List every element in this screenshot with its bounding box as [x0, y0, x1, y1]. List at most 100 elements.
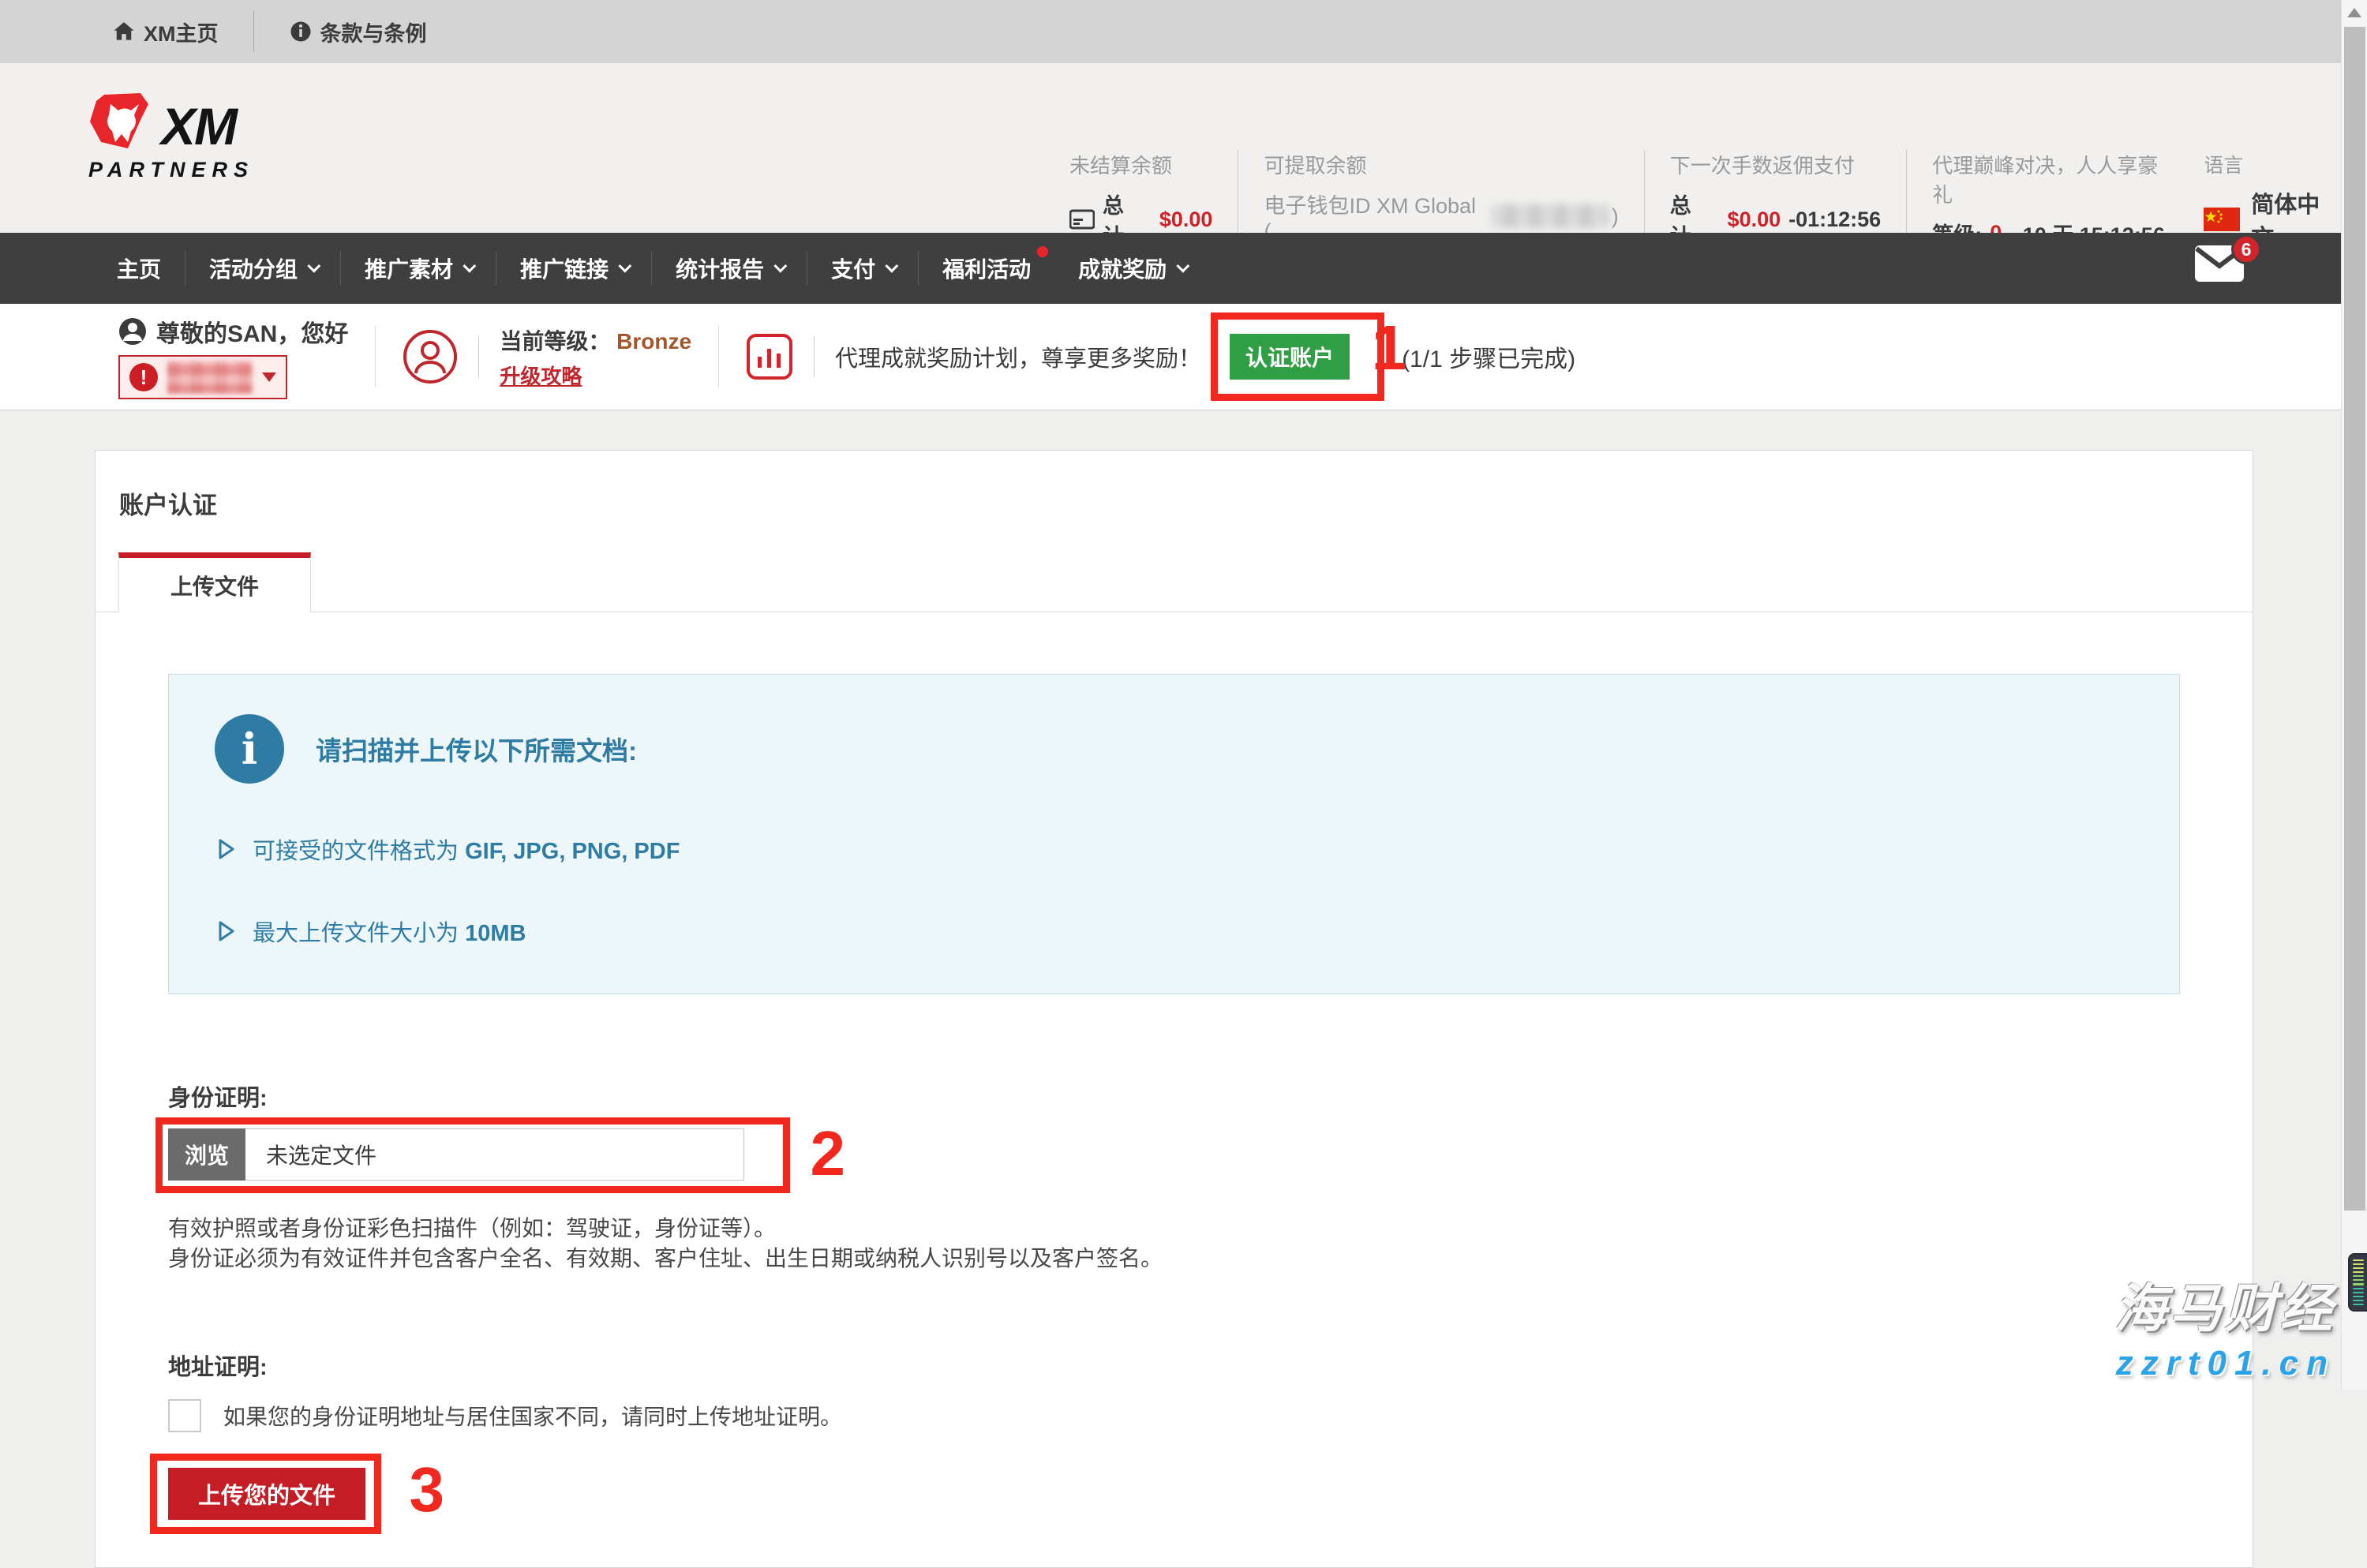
chevron-down-icon [618, 260, 631, 273]
nav-item-label: 成就奖励 [1078, 253, 1167, 284]
info-bullet-size: 最大上传文件大小为 10MB [218, 915, 2133, 948]
chevron-down-icon [885, 260, 898, 273]
nav-item-label: 推广链接 [520, 253, 609, 284]
header: XM PARTNERS 未结算余额 总计: $0.00 可提取余额 电子钱包ID… [0, 63, 2367, 233]
nav-item-label: 活动分组 [209, 253, 298, 284]
address-proof-text: 如果您的身份证明地址与居住国家不同，请同时上传地址证明。 [223, 1400, 842, 1431]
card-icon [1069, 209, 1095, 230]
bullet2-text: 最大上传文件大小为 [253, 921, 459, 946]
upgrade-guide-link[interactable]: 升级攻略 [500, 361, 691, 390]
tab-bar: 上传文件 [96, 552, 2253, 612]
file-input[interactable]: 未选定文件 [245, 1128, 744, 1181]
nav-item-label: 支付 [831, 253, 875, 284]
nav-item-benefits[interactable]: 福利活动 [919, 249, 1054, 287]
address-proof-row: 如果您的身份证明地址与居住国家不同，请同时上传地址证明。 [168, 1399, 2180, 1432]
nav-item-activity-groups[interactable]: 活动分组 [185, 249, 340, 287]
rebate-countdown: -01:12:56 [1788, 208, 1881, 232]
next-rebate-label: 下一次手数返佣支付 [1670, 150, 1882, 179]
userbar-divider [718, 326, 719, 387]
rebate-total-value: $0.00 [1728, 208, 1781, 232]
info-icon [289, 20, 313, 43]
browse-button[interactable]: 浏览 [168, 1128, 245, 1181]
bullet1-text: 可接受的文件格式为 [253, 839, 459, 864]
nav-item-statistics[interactable]: 统计报告 [652, 249, 807, 287]
identity-help-line1: 有效护照或者身份证彩色扫描件（例如：驾驶证，身份证等）。 [168, 1214, 2180, 1244]
xm-bull-icon [88, 93, 158, 150]
level-label: 当前等级： [500, 329, 610, 354]
nav-item-achievements[interactable]: 成就奖励 [1054, 249, 1209, 287]
userbar-divider [375, 326, 376, 387]
terms-link[interactable]: 条款与条例 [289, 17, 427, 47]
chevron-down-icon [262, 372, 276, 382]
identity-proof-label: 身份证明: [168, 1080, 2180, 1113]
annotation-number-1: 1 [1372, 316, 1407, 380]
welcome-text: 尊敬的SAN，您好 [156, 314, 348, 349]
annotation-number-3: 3 [410, 1458, 445, 1521]
upload-group: 上传您的文件 3 [168, 1468, 365, 1520]
nav-item-label: 主页 [117, 253, 161, 284]
address-proof-checkbox[interactable] [168, 1399, 201, 1432]
nav-item-promo-links[interactable]: 推广链接 [496, 249, 651, 287]
nav-item-label: 福利活动 [942, 253, 1031, 284]
level-value: Bronze [616, 329, 691, 354]
nav-item-payments[interactable]: 支付 [807, 249, 918, 287]
chevron-down-icon [307, 260, 320, 273]
home-icon [112, 20, 136, 43]
terms-link-label: 条款与条例 [320, 17, 427, 47]
logo-brand-text: XM [161, 103, 236, 150]
bar-chart-icon [746, 333, 793, 380]
identity-help-text: 有效护照或者身份证彩色扫描件（例如：驾驶证，身份证等）。 身份证必须为有效证件并… [168, 1214, 2180, 1274]
info-heading: 请扫描并上传以下所需文档: [316, 730, 637, 768]
bullet2-size: 10MB [465, 921, 526, 946]
page-content: 账户认证 上传文件 i 请扫描并上传以下所需文档: 可接受的文件格式为 GIF,… [0, 410, 2367, 1568]
identity-file-input-group: 浏览 未选定文件 2 [168, 1128, 744, 1181]
home-link[interactable]: XM主页 [112, 17, 219, 47]
chevron-down-icon [773, 260, 787, 273]
user-icon [118, 317, 147, 346]
achievement-promo-text: 代理成就奖励计划，尊享更多奖励！ [835, 340, 1201, 373]
verify-account-button[interactable]: 认证账户 [1230, 334, 1350, 380]
steps-completed-text: (1/1 步骤已完成) [1402, 339, 1575, 374]
chevron-down-icon [1176, 260, 1189, 273]
triangle-bullet-icon [218, 838, 235, 860]
mail-badge: 6 [2231, 234, 2261, 264]
notification-dot [1037, 246, 1048, 257]
xm-partners-logo: XM PARTNERS [88, 93, 254, 182]
info-box: i 请扫描并上传以下所需文档: 可接受的文件格式为 GIF, JPG, PNG,… [168, 674, 2180, 994]
logo-sub-text: PARTNERS [88, 158, 254, 182]
china-flag-icon [2204, 208, 2240, 231]
nav-item-promo-materials[interactable]: 推广素材 [341, 249, 496, 287]
scrollbar[interactable] [2341, 0, 2367, 1390]
account-id-redacted [167, 361, 253, 394]
stats-divider [1644, 150, 1645, 243]
info-circle-icon: i [215, 714, 284, 784]
verification-panel: 账户认证 上传文件 i 请扫描并上传以下所需文档: 可接受的文件格式为 GIF,… [95, 450, 2253, 1568]
nav-item-label: 推广素材 [365, 253, 453, 284]
wallet-id-suffix: ) [1612, 204, 1619, 229]
account-dropdown[interactable]: ! [118, 355, 287, 399]
scroll-up-arrow-icon[interactable] [2347, 8, 2361, 17]
address-proof-label: 地址证明: [168, 1349, 2180, 1382]
wallet-id-redacted [1491, 204, 1609, 228]
topbar-divider [253, 11, 254, 52]
unsettled-label: 未结算余额 [1069, 150, 1212, 179]
withdrawable-label: 可提取余额 [1264, 150, 1618, 179]
alert-icon: ! [129, 363, 158, 391]
annotation-number-2: 2 [811, 1122, 846, 1185]
userbar-divider [814, 336, 815, 377]
floating-extension-widget[interactable] [2348, 1253, 2367, 1312]
nav-item-home[interactable]: 主页 [93, 249, 185, 287]
stats-divider [1906, 150, 1907, 243]
upload-files-button[interactable]: 上传您的文件 [168, 1468, 365, 1520]
promo-label: 代理巅峰对决，人人享豪礼 [1932, 150, 2177, 208]
userbar-divider [478, 336, 479, 377]
tab-upload-files[interactable]: 上传文件 [118, 552, 311, 612]
unsettled-total-value: $0.00 [1159, 208, 1213, 232]
user-bar: 尊敬的SAN，您好 ! 当前等级： Bronze 升级攻略 代理成就奖励计划，尊… [0, 304, 2367, 410]
mail-button[interactable]: 6 [2195, 242, 2249, 287]
page-title: 账户认证 [96, 451, 2253, 521]
top-utility-bar: XM主页 条款与条例 [0, 0, 2367, 63]
identity-help-line2: 身份证必须为有效证件并包含客户全名、有效期、客户住址、出生日期或纳税人识别号以及… [168, 1244, 2180, 1274]
bullet1-formats: GIF, JPG, PNG, PDF [465, 839, 680, 864]
scrollbar-thumb[interactable] [2344, 27, 2365, 1211]
